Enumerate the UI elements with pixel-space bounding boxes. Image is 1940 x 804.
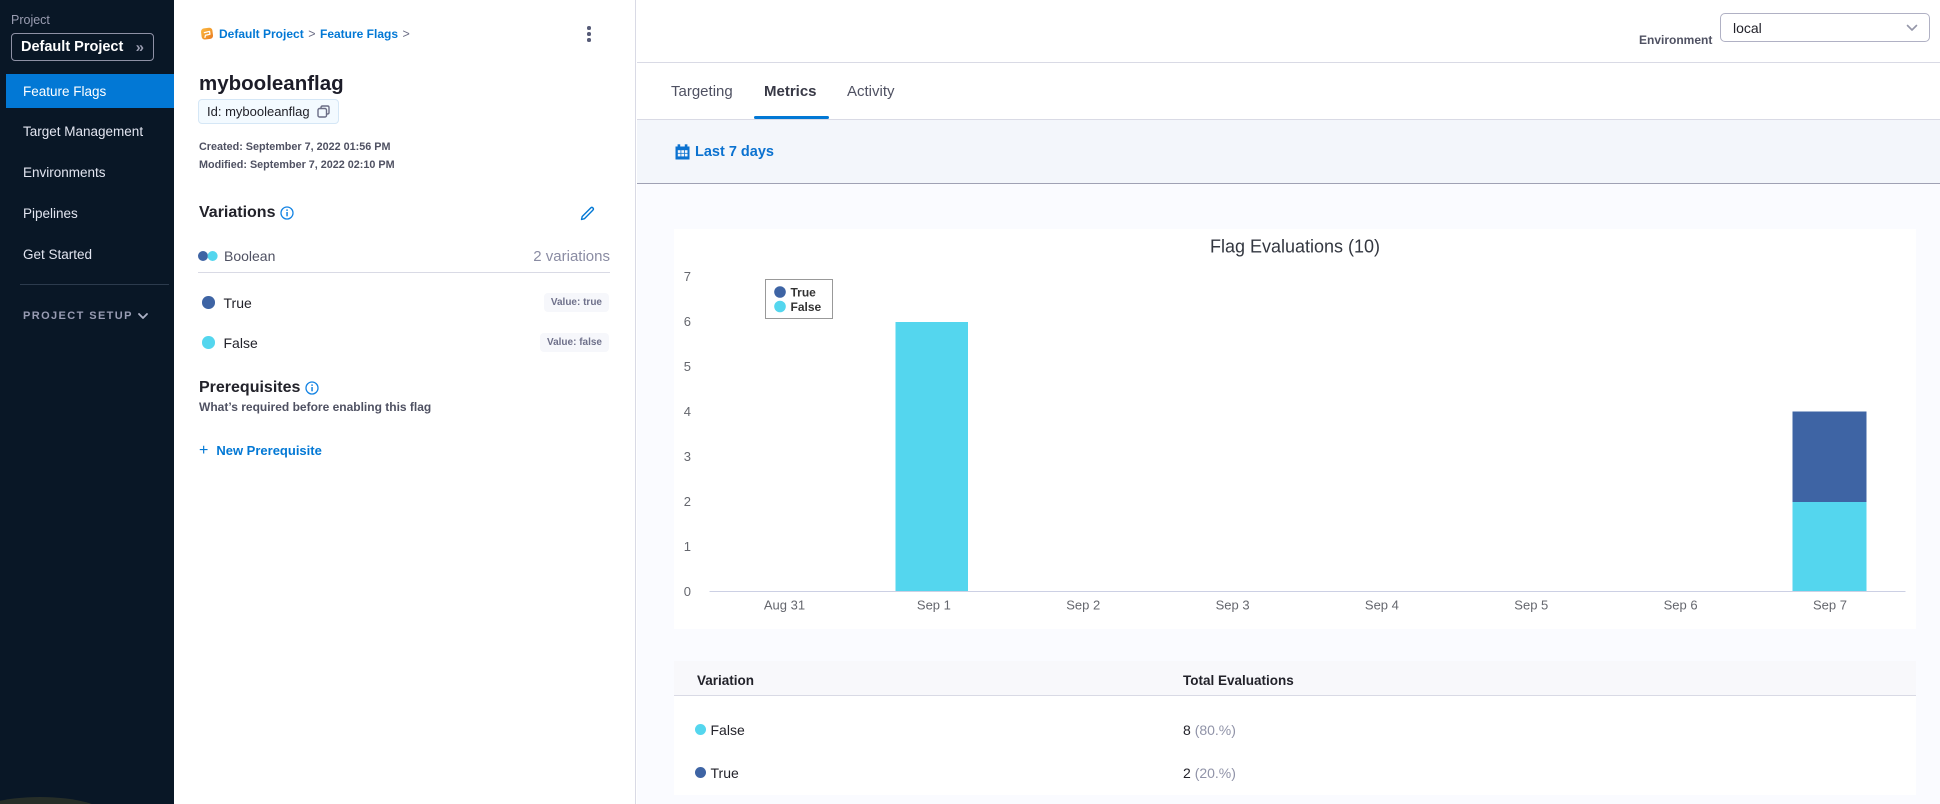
svg-text:7: 7 — [684, 269, 691, 284]
svg-text:True: True — [791, 286, 817, 300]
svg-text:Flag Evaluations (10): Flag Evaluations (10) — [1210, 237, 1380, 257]
svg-text:2: 2 — [684, 494, 691, 509]
svg-text:0: 0 — [684, 584, 691, 599]
svg-text:3: 3 — [684, 449, 691, 464]
svg-text:1: 1 — [684, 539, 691, 554]
svg-text:Sep 2: Sep 2 — [1066, 598, 1100, 613]
svg-text:Sep 5: Sep 5 — [1514, 598, 1548, 613]
svg-text:5: 5 — [684, 359, 691, 374]
svg-text:6: 6 — [684, 314, 691, 329]
svg-text:Sep 7: Sep 7 — [1813, 598, 1847, 613]
svg-text:Sep 4: Sep 4 — [1365, 598, 1399, 613]
svg-text:Sep 1: Sep 1 — [917, 598, 951, 613]
svg-text:Aug 31: Aug 31 — [764, 598, 805, 613]
svg-text:Sep 3: Sep 3 — [1216, 598, 1250, 613]
svg-text:Sep 6: Sep 6 — [1664, 598, 1698, 613]
svg-text:4: 4 — [684, 404, 691, 419]
svg-text:False: False — [791, 300, 822, 314]
